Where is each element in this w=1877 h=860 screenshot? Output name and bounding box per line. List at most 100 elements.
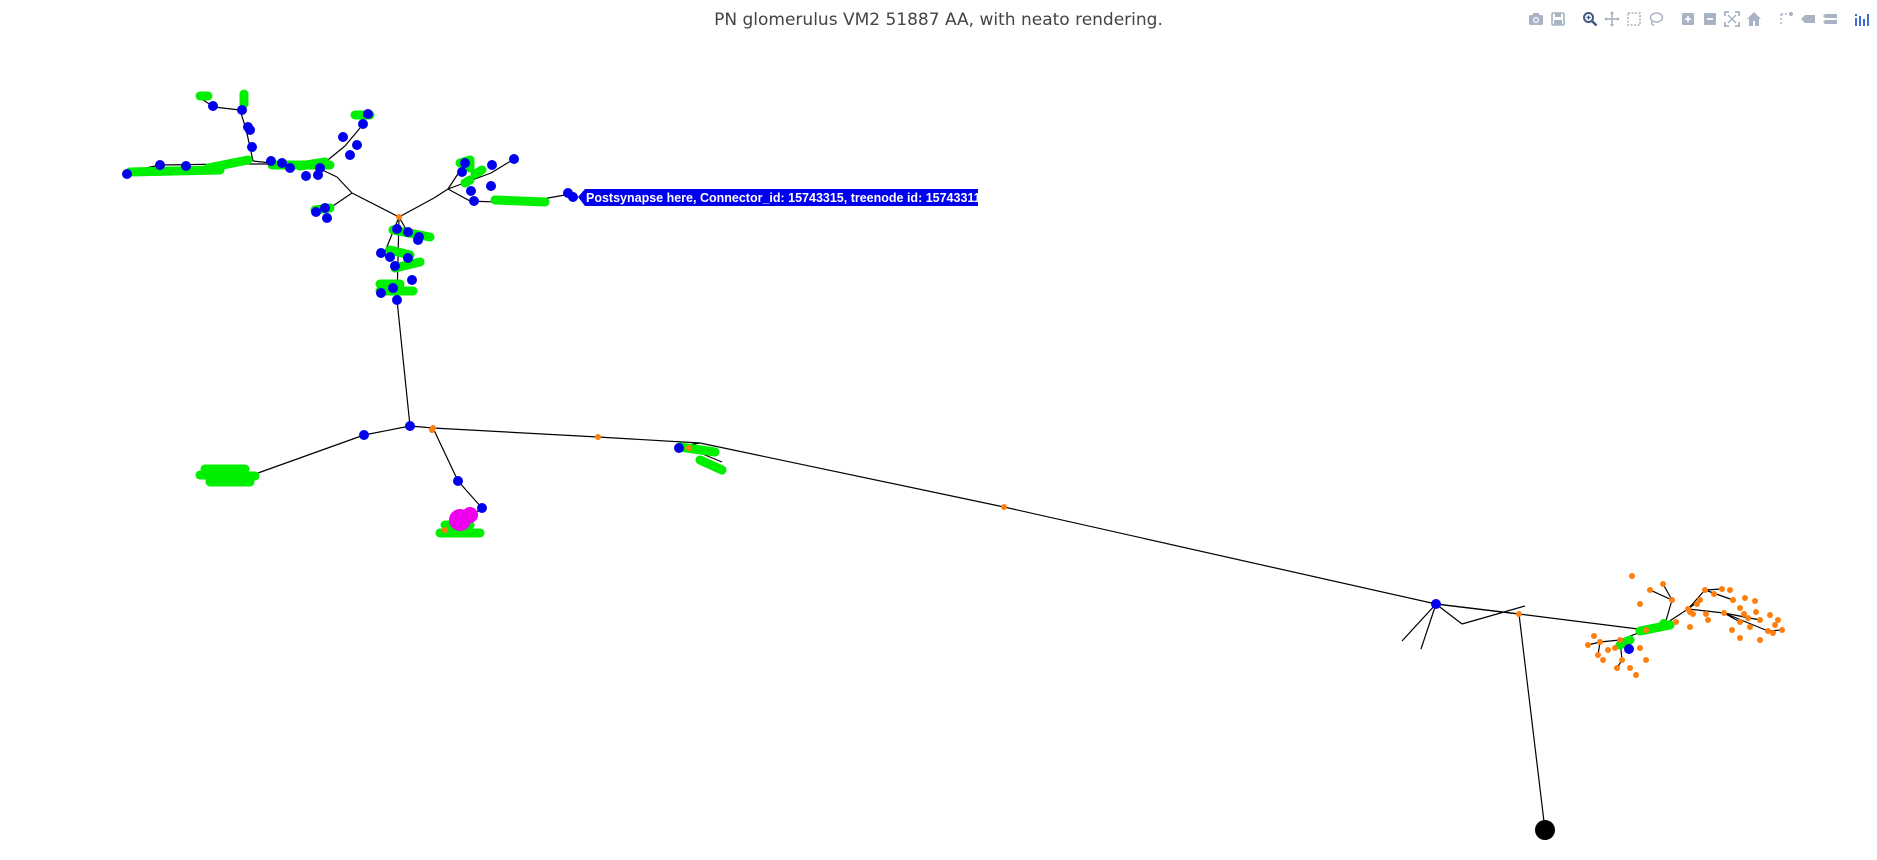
postsynapse-node[interactable] <box>237 105 247 115</box>
postsynapse-node[interactable] <box>358 119 368 129</box>
postsynapse-node[interactable] <box>674 443 684 453</box>
treenode-node[interactable] <box>1637 645 1643 651</box>
postsynapse-node[interactable] <box>322 213 332 223</box>
treenode-node[interactable] <box>1627 665 1633 671</box>
treenode-node[interactable] <box>429 427 435 433</box>
postsynapse-node[interactable] <box>509 154 519 164</box>
treenode-node[interactable] <box>1772 622 1778 628</box>
postsynapse-node[interactable] <box>376 288 386 298</box>
treenode-node[interactable] <box>1633 672 1639 678</box>
treenode-node[interactable] <box>1591 633 1597 639</box>
presynapse-cluster[interactable] <box>470 165 487 179</box>
postsynapse-node[interactable] <box>155 160 165 170</box>
treenode-node[interactable] <box>1757 637 1763 643</box>
postsynapse-node[interactable] <box>320 203 330 213</box>
gap-junction-node[interactable] <box>462 507 478 523</box>
presynapse-cluster[interactable] <box>460 175 475 188</box>
postsynapse-node[interactable] <box>385 252 395 262</box>
postsynapse-node[interactable] <box>247 142 257 152</box>
treenode-node[interactable] <box>1687 624 1693 630</box>
treenode-node[interactable] <box>595 434 601 440</box>
postsynapse-node[interactable] <box>392 224 402 234</box>
postsynapse-node[interactable] <box>352 140 362 150</box>
treenode-node[interactable] <box>1752 598 1758 604</box>
treenode-node[interactable] <box>1660 581 1666 587</box>
treenode-node[interactable] <box>1619 657 1625 663</box>
treenode-node[interactable] <box>1612 645 1618 651</box>
treenode-node[interactable] <box>1694 601 1700 607</box>
postsynapse-node[interactable] <box>392 295 402 305</box>
postsynapse-node[interactable] <box>403 253 413 263</box>
treenode-node[interactable] <box>1753 609 1759 615</box>
postsynapse-node[interactable] <box>457 167 467 177</box>
postsynapse-node[interactable] <box>245 125 255 135</box>
treenode-node[interactable] <box>1597 639 1603 645</box>
postsynapse-node[interactable] <box>266 156 276 166</box>
treenode-node[interactable] <box>1647 587 1653 593</box>
treenode-node[interactable] <box>396 214 402 220</box>
presynapse-node[interactable] <box>1659 619 1669 629</box>
treenode-node[interactable] <box>1737 635 1743 641</box>
postsynapse-node[interactable] <box>376 248 386 258</box>
treenode-node[interactable] <box>1617 637 1623 643</box>
treenode-node[interactable] <box>686 445 692 451</box>
postsynapse-node[interactable] <box>301 171 311 181</box>
treenode-node[interactable] <box>1719 586 1725 592</box>
treenode-node[interactable] <box>1742 595 1748 601</box>
soma-node[interactable] <box>1535 820 1555 840</box>
postsynapse-node[interactable] <box>388 283 398 293</box>
treenode-node[interactable] <box>1767 612 1773 618</box>
treenode-node[interactable] <box>1727 587 1733 593</box>
postsynapse-node[interactable] <box>345 150 355 160</box>
neuron-graph[interactable]: Postsynapse here, Connector_id: 15743315… <box>0 0 1877 860</box>
postsynapse-node[interactable] <box>338 132 348 142</box>
postsynapse-node[interactable] <box>208 101 218 111</box>
postsynapse-node[interactable] <box>487 160 497 170</box>
treenode-node[interactable] <box>1600 657 1606 663</box>
postsynapse-node[interactable] <box>466 186 476 196</box>
treenode-node[interactable] <box>1595 652 1601 658</box>
treenode-node[interactable] <box>1757 617 1763 623</box>
postsynapse-node[interactable] <box>405 421 415 431</box>
treenode-node[interactable] <box>1775 617 1781 623</box>
postsynapse-node[interactable] <box>460 158 470 168</box>
treenode-node[interactable] <box>1703 611 1709 617</box>
postsynapse-node[interactable] <box>413 235 423 245</box>
treenode-node[interactable] <box>1614 665 1620 671</box>
postsynapse-node[interactable] <box>181 161 191 171</box>
treenode-node[interactable] <box>1705 617 1711 623</box>
treenode-node[interactable] <box>1737 619 1743 625</box>
postsynapse-node[interactable] <box>359 430 369 440</box>
treenode-node[interactable] <box>1585 642 1591 648</box>
postsynapse-node[interactable] <box>313 170 323 180</box>
treenode-node[interactable] <box>1711 591 1717 597</box>
postsynapse-node[interactable] <box>390 261 400 271</box>
postsynapse-node[interactable] <box>568 192 578 202</box>
treenode-node[interactable] <box>1730 597 1736 603</box>
treenode-node[interactable] <box>1516 611 1522 617</box>
treenode-node[interactable] <box>1669 597 1675 603</box>
treenode-node[interactable] <box>1702 587 1708 593</box>
presynapse-cluster[interactable] <box>195 470 260 481</box>
treenode-node[interactable] <box>1770 630 1776 636</box>
presynapse-cluster[interactable] <box>203 155 253 173</box>
treenode-node[interactable] <box>1637 601 1643 607</box>
postsynapse-node[interactable] <box>469 196 479 206</box>
postsynapse-node[interactable] <box>1431 599 1441 609</box>
treenode-node[interactable] <box>1605 647 1611 653</box>
presynapse-cluster[interactable] <box>695 455 727 475</box>
treenode-node[interactable] <box>442 527 448 533</box>
treenode-node[interactable] <box>1643 627 1649 633</box>
treenode-node[interactable] <box>1629 573 1635 579</box>
postsynapse-node[interactable] <box>403 227 413 237</box>
treenode-node[interactable] <box>1729 627 1735 633</box>
postsynapse-node[interactable] <box>285 163 295 173</box>
postsynapse-node[interactable] <box>486 181 496 191</box>
postsynapse-node[interactable] <box>311 207 321 217</box>
treenode-node[interactable] <box>1690 611 1696 617</box>
postsynapse-node[interactable] <box>1624 644 1634 654</box>
treenode-node[interactable] <box>1721 610 1727 616</box>
treenode-node[interactable] <box>1779 627 1785 633</box>
treenode-node[interactable] <box>1745 615 1751 621</box>
treenode-node[interactable] <box>1747 624 1753 630</box>
